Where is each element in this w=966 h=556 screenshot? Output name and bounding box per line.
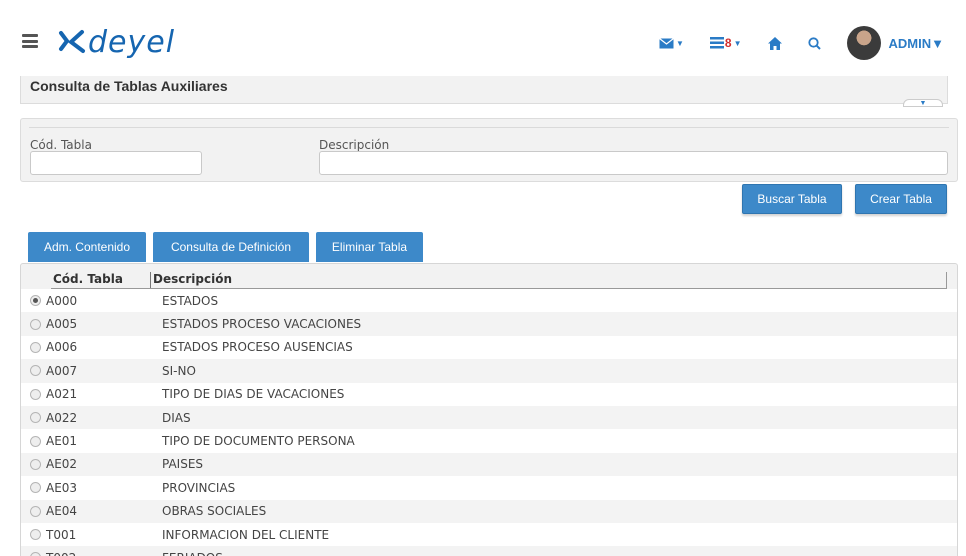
cell-description: FERIADOS (162, 551, 223, 556)
list-icon (709, 37, 724, 49)
tab-adm-contenido[interactable]: Adm. Contenido (28, 232, 146, 262)
cell-description: PAISES (162, 457, 204, 472)
column-header-description[interactable]: Descripción (150, 272, 232, 288)
tasks-menu[interactable]: 8 ▼ (709, 36, 742, 50)
home-button[interactable] (767, 36, 782, 50)
cell-code: T002 (46, 551, 150, 556)
notification-count: 8 (724, 36, 732, 50)
logo-text: deyel (88, 24, 176, 60)
search-table-button[interactable]: Buscar Tabla (742, 184, 842, 214)
cell-code: AE02 (46, 457, 78, 472)
table-row[interactable]: A007 SI-NO (21, 359, 957, 383)
row-radio[interactable] (30, 388, 41, 400)
logo-mark-icon (59, 30, 85, 53)
tables-grid: Cód. Tabla Descripción A000 ESTADOS A005 ES… (20, 263, 958, 556)
divider (29, 127, 949, 128)
cell-description: SI-NO (162, 363, 196, 378)
divider (946, 272, 947, 288)
table-row[interactable]: T002 FERIADOS (21, 546, 957, 556)
cell-description: ESTADOS PROCESO AUSENCIAS (162, 340, 353, 355)
cell-description: ESTADOS (162, 293, 219, 308)
row-radio[interactable] (30, 435, 41, 447)
table-row[interactable]: AE04 OBRAS SOCIALES (21, 499, 957, 523)
create-table-button[interactable]: Crear Tabla (855, 184, 947, 214)
cell-description: OBRAS SOCIALES (162, 504, 267, 519)
row-radio[interactable] (30, 552, 41, 556)
row-radio[interactable] (30, 529, 41, 541)
cell-code: A021 (46, 387, 78, 402)
mail-menu[interactable]: ▼ (659, 37, 684, 49)
table-row[interactable]: A005 ESTADOS PROCESO VACACIONES (21, 312, 957, 336)
row-radio[interactable] (30, 341, 41, 353)
filter-panel: Cód. Tabla Descripción (20, 118, 958, 182)
mail-icon (659, 37, 674, 48)
description-label: Descripción (319, 138, 390, 152)
tab-eliminar-tabla[interactable]: Eliminar Tabla (316, 232, 423, 262)
table-row[interactable]: AE03 PROVINCIAS (21, 476, 957, 500)
grid-rows: A000 ESTADOS A005 ESTADOS PROCESO VACACIONE… (21, 289, 957, 556)
row-radio[interactable] (30, 458, 41, 470)
cell-code: A006 (46, 340, 78, 355)
row-radio[interactable] (30, 412, 41, 424)
user-name: ADMIN (888, 35, 932, 51)
cell-description: TIPO DE DIAS DE VACACIONES (162, 387, 345, 402)
cell-code: T001 (46, 527, 77, 542)
table-row[interactable]: A021 TIPO DE DIAS DE VACACIONES (21, 382, 957, 406)
cell-description: ESTADOS PROCESO VACACIONES (162, 317, 362, 332)
cell-description: PROVINCIAS (162, 480, 236, 495)
code-label: Cód. Tabla (30, 138, 92, 152)
cell-code: A007 (46, 363, 78, 378)
menu-icon[interactable] (22, 34, 38, 48)
cell-code: AE01 (46, 434, 78, 449)
code-input[interactable] (30, 151, 202, 175)
table-row[interactable]: A006 ESTADOS PROCESO AUSENCIAS (21, 335, 957, 360)
search-icon (807, 36, 821, 50)
table-row[interactable]: AE02 PAISES (21, 452, 957, 477)
tab-consulta-definicion[interactable]: Consulta de Definición (153, 232, 309, 262)
table-row[interactable]: AE01 TIPO DE DOCUMENTO PERSONA (21, 429, 957, 453)
cell-description: INFORMACION DEL CLIENTE (162, 527, 330, 542)
top-bar: deyel ▼ 8 ▼ ADMIN▼ (0, 10, 966, 76)
table-row[interactable]: T001 INFORMACION DEL CLIENTE (21, 522, 957, 547)
chevron-down-icon: ▼ (931, 35, 944, 51)
column-header-code[interactable]: Cód. Tabla (53, 272, 123, 286)
cell-code: AE04 (46, 504, 78, 519)
user-menu[interactable]: ADMIN▼ (889, 36, 944, 51)
cell-description: TIPO DE DOCUMENTO PERSONA (162, 434, 355, 449)
chevron-down-icon: ▼ (919, 99, 927, 107)
cell-code: AE03 (46, 480, 78, 495)
chevron-down-icon: ▼ (675, 38, 684, 48)
row-radio[interactable] (30, 295, 41, 307)
cell-description: DIAS (162, 410, 191, 425)
app-logo[interactable]: deyel (56, 24, 175, 60)
home-icon (767, 36, 782, 50)
row-radio[interactable] (30, 365, 41, 377)
search-button[interactable] (807, 36, 821, 50)
cell-code: A022 (46, 410, 78, 425)
grid-header: Cód. Tabla Descripción (21, 272, 957, 289)
collapse-toggle[interactable]: ▼ (903, 99, 943, 107)
row-radio[interactable] (30, 318, 41, 330)
page-title: Consulta de Tablas Auxiliares (30, 78, 228, 94)
cell-code: A005 (46, 317, 78, 332)
row-radio[interactable] (30, 505, 41, 517)
cell-code: A000 (46, 293, 78, 308)
avatar[interactable] (846, 26, 881, 60)
table-row[interactable]: A022 DIAS (21, 405, 957, 430)
row-radio[interactable] (30, 482, 41, 494)
chevron-down-icon: ▼ (733, 38, 742, 48)
table-row[interactable]: A000 ESTADOS (21, 289, 957, 313)
description-input[interactable] (319, 151, 948, 175)
page-title-panel: Consulta de Tablas Auxiliares ▼ (20, 76, 948, 107)
